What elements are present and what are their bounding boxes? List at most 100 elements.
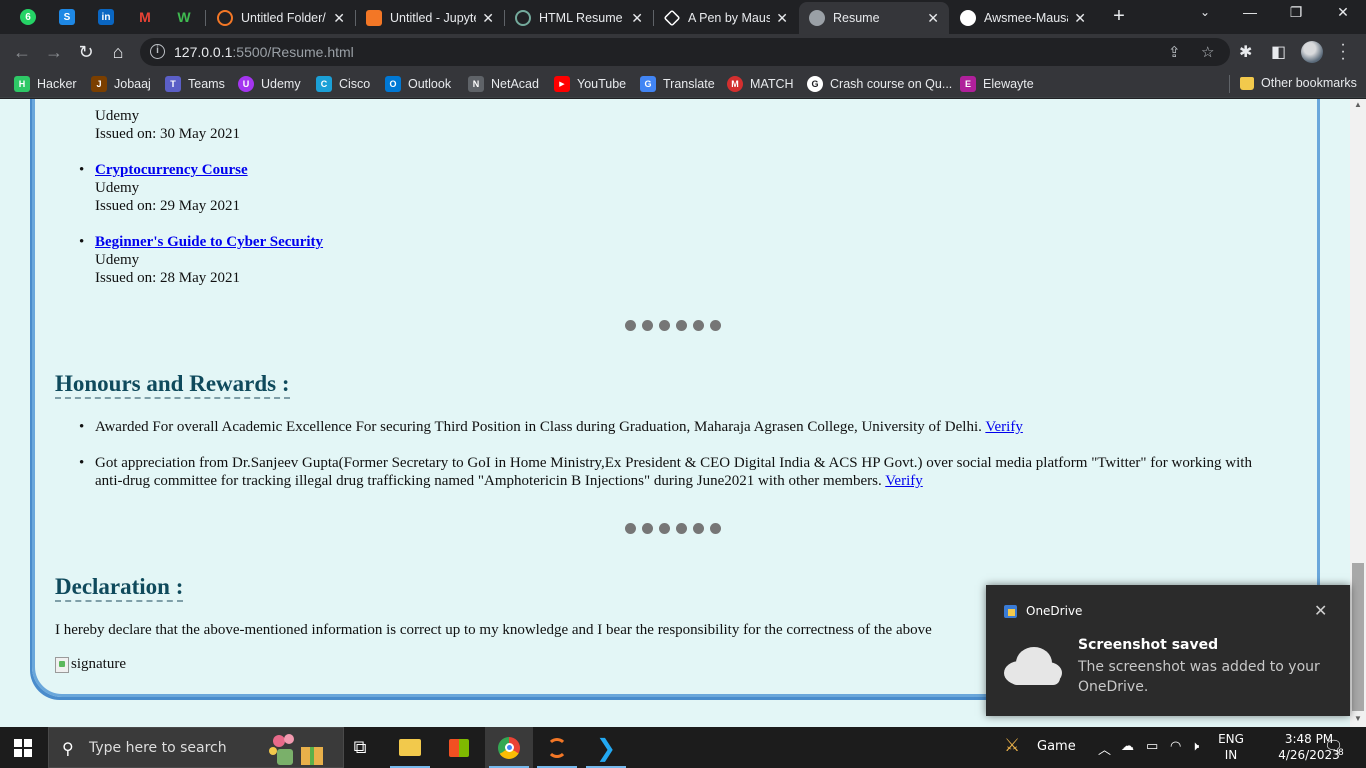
notification-title: Screenshot saved (1078, 637, 1219, 653)
onedrive-tray-icon[interactable]: ☁ (1121, 739, 1134, 754)
share-icon[interactable]: ⇪ (1168, 43, 1181, 61)
list-bullet: • (79, 455, 85, 471)
site-info-icon[interactable]: i (150, 44, 165, 59)
taskbar-jupyter[interactable] (533, 727, 581, 768)
match-icon: M (727, 76, 743, 92)
tab-search-chevron-icon[interactable]: ⌄ (1195, 5, 1215, 19)
reload-button[interactable]: ↻ (75, 41, 97, 63)
bookmark-netacad[interactable]: N NetAcad (468, 76, 539, 92)
bookmark-match[interactable]: M MATCH (727, 76, 794, 92)
tab-untitled-folder[interactable]: Untitled Folder/ ✕ (207, 2, 355, 34)
taskbar-search-box[interactable]: ⚲ Type here to search (48, 727, 344, 768)
onedrive-cloud-icon (1004, 647, 1062, 685)
bookmark-outlook[interactable]: O Outlook (385, 76, 451, 92)
address-bar[interactable]: i 127.0.0.1:5500/Resume.html ⇪ ☆ (140, 38, 1230, 66)
bookmark-youtube[interactable]: ▶ YouTube (554, 76, 626, 92)
honour-text: Awarded For overall Academic Excellence … (95, 419, 986, 435)
pinned-tab-linkedin[interactable]: in (95, 6, 117, 28)
maximize-button[interactable]: ❐ (1286, 4, 1306, 21)
verify-link[interactable]: Verify (885, 473, 923, 489)
close-window-button[interactable]: ✕ (1333, 4, 1353, 21)
taskbar-file-explorer[interactable] (386, 727, 434, 768)
bookmark-jobaaj[interactable]: J Jobaaj (91, 76, 151, 92)
codepen-icon (663, 9, 681, 27)
bookmark-translate[interactable]: G Translate (640, 76, 715, 92)
url-text[interactable]: 127.0.0.1:5500/Resume.html (174, 44, 354, 60)
close-icon[interactable]: ✕ (1074, 10, 1086, 27)
cert-provider: Udemy (95, 108, 140, 124)
pinned-tab-whatsapp[interactable]: 6 (17, 6, 39, 28)
cert-issued-date: Issued on: 28 May 2021 (95, 270, 240, 286)
verify-link[interactable]: Verify (985, 419, 1023, 435)
close-icon[interactable]: ✕ (631, 10, 643, 27)
close-icon[interactable]: ✕ (776, 10, 788, 27)
cert-provider: Udemy (95, 180, 140, 196)
search-highlight-flowers-icon (269, 734, 323, 765)
pinned-tab-s[interactable]: S (56, 6, 78, 28)
language-code: ENG (1218, 732, 1244, 746)
signature-image: signature (55, 656, 126, 673)
battery-icon[interactable]: ▭ (1146, 739, 1158, 754)
wifi-icon[interactable]: ◠ (1170, 739, 1181, 754)
tab-html-resume[interactable]: HTML Resume Generator ✕ (505, 2, 653, 34)
input-language[interactable]: ENG IN (1216, 731, 1246, 763)
bookmark-star-icon[interactable]: ☆ (1201, 43, 1214, 61)
tab-title: Untitled - Jupyter (390, 11, 477, 25)
menu-kebab-icon[interactable]: · · · (1340, 37, 1346, 67)
task-view-button[interactable]: ⧉ (336, 727, 384, 768)
windows-start-button[interactable] (14, 739, 32, 757)
honour-item: • Got appreciation from Dr.Sanjeev Gupta… (79, 454, 1255, 490)
bookmark-crash-course[interactable]: G Crash course on Qu... (807, 76, 952, 92)
forward-button[interactable]: → (43, 41, 65, 63)
close-icon[interactable]: ✕ (482, 10, 494, 27)
new-tab-button[interactable]: + (1109, 6, 1129, 26)
tab-github[interactable]: Awsmee-Mausam ✕ (950, 2, 1096, 34)
bookmark-hacker[interactable]: H Hacker (14, 76, 77, 92)
profile-avatar[interactable] (1301, 41, 1323, 63)
jupyter-icon (547, 737, 567, 758)
linkedin-icon: in (98, 9, 114, 25)
jupyter-notebook-icon (366, 10, 382, 26)
side-panel-icon[interactable]: ◧ (1271, 42, 1286, 62)
tab-title: HTML Resume Generator (539, 11, 625, 25)
translate-icon: G (640, 76, 656, 92)
close-icon[interactable]: ✕ (333, 10, 345, 27)
bookmark-cisco[interactable]: C Cisco (316, 76, 370, 92)
volume-muted-icon[interactable]: 🕨 (1191, 739, 1199, 754)
tab-codepen[interactable]: A Pen by Mausam ✕ (654, 2, 798, 34)
bookmark-elewayte[interactable]: E Elewayte (960, 76, 1034, 92)
cert-title-link[interactable]: Beginner's Guide to Cyber Security (95, 234, 323, 250)
cert-issued-date: Issued on: 29 May 2021 (95, 198, 240, 214)
task-view-icon: ⧉ (353, 737, 367, 758)
taskbar-chrome[interactable] (485, 727, 533, 768)
scrollbar-thumb[interactable] (1352, 563, 1364, 711)
close-icon[interactable]: ✕ (1314, 601, 1327, 620)
onedrive-notification[interactable]: OneDrive ✕ Screenshot saved The screensh… (986, 585, 1350, 716)
bookmark-teams[interactable]: T Teams (165, 76, 225, 92)
pinned-tab-w[interactable]: W (173, 6, 195, 28)
cert-title-link[interactable]: Cryptocurrency Course (95, 162, 248, 178)
bookmark-udemy[interactable]: U Udemy (238, 76, 301, 92)
taskbar-vscode[interactable]: ❯ (582, 727, 630, 768)
w-app-icon: W (176, 9, 192, 25)
extensions-puzzle-icon[interactable]: ✱ (1239, 42, 1252, 62)
search-placeholder: Type here to search (89, 740, 227, 756)
minimize-button[interactable]: — (1240, 4, 1260, 20)
other-bookmarks[interactable]: Other bookmarks (1240, 76, 1357, 90)
pinned-tab-gmail[interactable]: M (134, 6, 156, 28)
tab-resume[interactable]: Resume ✕ (799, 2, 949, 34)
scroll-up-arrow-icon[interactable]: ▲ (1352, 100, 1364, 109)
home-button[interactable]: ⌂ (107, 41, 129, 63)
back-button[interactable]: ← (11, 41, 33, 63)
tab-separator (205, 10, 206, 26)
taskbar-microsoft-store[interactable] (435, 727, 483, 768)
tab-jupyter[interactable]: Untitled - Jupyter ✕ (356, 2, 504, 34)
scroll-down-arrow-icon[interactable]: ▼ (1352, 714, 1364, 723)
notification-center-button[interactable]: 🗨8 (1324, 737, 1349, 758)
chrome-icon (498, 736, 520, 759)
close-icon[interactable]: ✕ (927, 10, 939, 27)
game-widget-label[interactable]: Game (1037, 739, 1076, 754)
folder-icon (399, 739, 421, 756)
tray-overflow-chevron-icon[interactable]: ︿ (1098, 739, 1111, 758)
game-widget-icon[interactable]: ⚔ (1004, 735, 1020, 756)
